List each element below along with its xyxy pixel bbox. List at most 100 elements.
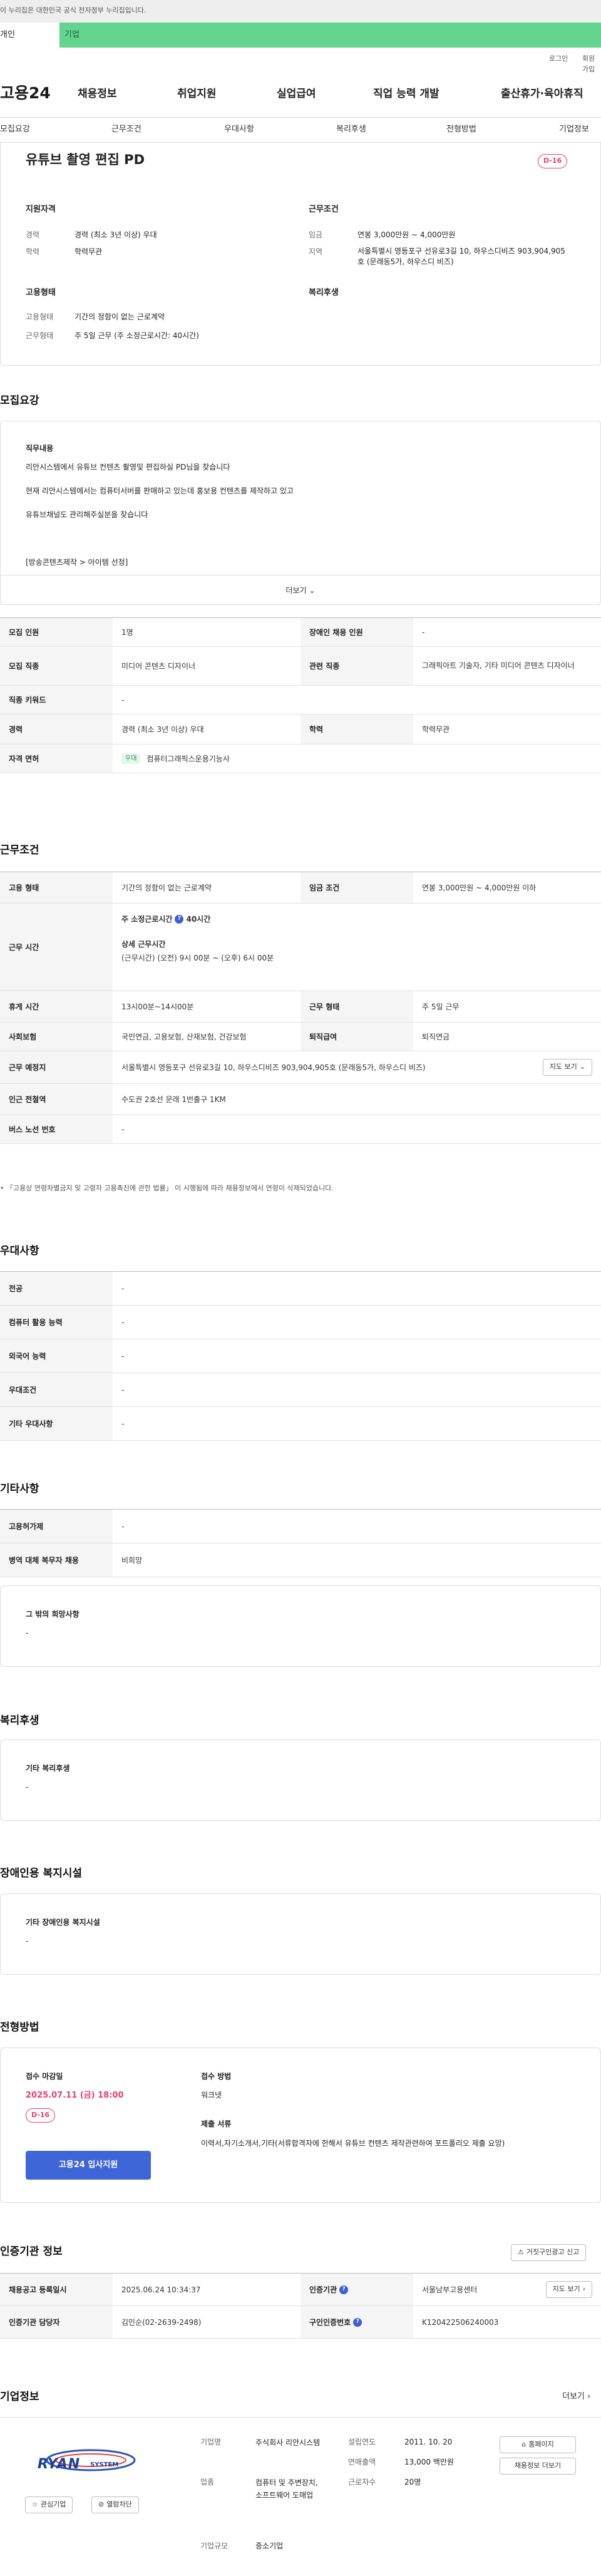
emp-schedule-label: 근무형태 [26, 331, 54, 340]
company-logo-subtext: SYSTEM [90, 2461, 119, 2468]
gnb-parental-leave[interactable]: 출산휴가·육아휴직 [501, 86, 583, 103]
weekly-hours-value: 40시간 [186, 915, 211, 924]
value-disabled-count: - [422, 627, 425, 637]
favorite-company-button[interactable]: ☆ 관심기업 [25, 2496, 73, 2513]
cond-salary-label: 임금 [309, 230, 323, 239]
table-row: 근무 시간 주 소정근로시간 ? 40시간 상세 근무시간 (근무시간) (오전… [0, 904, 601, 991]
value-work-schedule: 주 5일 근무 [422, 1002, 460, 1011]
other-wishes-label: 그 밖의 희망사항 [26, 1610, 80, 1619]
header-social-insurance: 사회보험 [0, 1023, 113, 1051]
site-logo[interactable]: 고용24 [0, 81, 51, 105]
gnb-employment-support[interactable]: 취업지원 [177, 86, 217, 103]
header-education: 학력 [300, 714, 413, 744]
table-row: 채용공고 등록일시 2025.06.24 10:34:37 인증기관? 서울남부… [0, 2274, 601, 2306]
header-posting-date: 채용공고 등록일시 [0, 2274, 113, 2306]
docs-value: 이력서,자기소개서,기타(서류합격자에 한해서 유튜브 컨텐츠 제작관련하여 포… [201, 2139, 505, 2148]
report-fake-ad-button[interactable]: ⚠ 거짓구인광고 신고 [511, 2244, 587, 2261]
etc-section-title: 기타사항 [0, 1483, 39, 1495]
detail-hours-label: 상세 근무시간 [121, 940, 166, 949]
recruit-duty-box: 직무내용 리안시스템에서 유튜브 컨텐츠 촬영및 편집하실 PD님을 찾습니다 … [0, 421, 601, 605]
method-label: 접수 방법 [201, 2072, 232, 2081]
duty-label: 직무내용 [26, 444, 54, 453]
table-row: 컴퓨터 활용 능력 - [0, 1306, 601, 1339]
global-nav: 고용24 채용정보 취업지원 실업급여 직업 능력 개발 출산휴가·육아휴직 [0, 68, 601, 118]
gov-notice-bar: 이 누리집은 대한민국 공식 전자정부 누리집입니다. [0, 0, 601, 23]
agency-map-button[interactable]: 지도 보기 › [545, 2281, 592, 2298]
company-scale-label: 기업규모 [200, 2542, 229, 2550]
login-link[interactable]: 로그인 [549, 54, 568, 64]
header-other-preferences: 기타 우대사항 [0, 1407, 113, 1440]
user-type-tabs: 개인 기업 [0, 23, 601, 48]
dday-badge: D-16 [538, 154, 568, 168]
favorite-label: 관심기업 [40, 2500, 66, 2508]
value-employment-type: 기간의 정함이 없는 근로계약 [121, 883, 212, 892]
tab-business[interactable]: 기업 [59, 23, 601, 48]
header-employment-type: 고용 형태 [0, 872, 113, 903]
value-subway: 수도권 2호선 문래 1번출구 1KM [121, 1095, 226, 1104]
disability-label: 기타 장애인용 복지시설 [26, 1918, 100, 1927]
subnav-company[interactable]: 기업정보 [559, 123, 589, 136]
subnav-screening[interactable]: 전형방법 [446, 123, 476, 136]
job-summary-card: 유튜브 촬영 편집 PD D-16 지원자격 경력 경력 (최소 3년 이상) … [0, 142, 601, 366]
company-more-link[interactable]: 더보기 › [562, 2391, 590, 2403]
emp-type-value: 기간의 정함이 없는 근로계약 [74, 312, 165, 321]
gnb-unemployment-benefit[interactable]: 실업급여 [277, 86, 316, 103]
company-name-value: 주식회사 리안시스템 [255, 2438, 321, 2447]
emp-schedule-value: 주 5일 근무 (주 소정근로시간: 40시간) [74, 331, 199, 340]
company-jobs-button[interactable]: 채용정보 더보기 [500, 2458, 576, 2475]
subnav-welfare[interactable]: 복리후생 [336, 123, 366, 136]
preferences-table: 전공 - 컴퓨터 활용 능력 - 외국어 능력 - 우대조건 - 기타 우대사항 - [0, 1271, 601, 1441]
help-icon[interactable]: ? [339, 2285, 349, 2294]
cert-section-title: 인증기관 정보 [0, 2245, 63, 2258]
header-bus: 버스 노선 번호 [0, 1115, 113, 1143]
header-retirement: 퇴직급여 [300, 1023, 413, 1051]
map-button-label: 지도 보기 [549, 1063, 577, 1071]
homepage-label: 홈페이지 [528, 2440, 554, 2448]
gnb-jobs[interactable]: 채용정보 [78, 86, 117, 103]
subnav-preferences[interactable]: 우대사항 [224, 123, 254, 136]
apply-button[interactable]: 고용24 입사지원 [26, 2151, 151, 2180]
value-major: - [121, 1284, 125, 1293]
recruit-more-button[interactable]: 더보기 ⌄ [1, 575, 600, 605]
chevron-right-icon: › [587, 2392, 591, 2401]
gnb-job-training[interactable]: 직업 능력 개발 [373, 86, 439, 103]
subnav-recruit[interactable]: 모집요강 [0, 123, 30, 136]
table-row: 근무 예정지 서울특별시 영등포구 선유로3길 10, 하우스디비즈 903,9… [0, 1051, 601, 1084]
company-logo: RYAN SYSTEM [25, 2441, 150, 2485]
table-row: 버스 노선 번호 - [0, 1115, 601, 1144]
header-military-service: 병역 대체 복무자 채용 [0, 1543, 113, 1577]
help-icon[interactable]: ? [353, 2317, 362, 2327]
employee-count-label: 근로자수 [348, 2478, 376, 2486]
block-company-button[interactable]: ⊘ 열람차단 [91, 2496, 139, 2513]
qual-education-value: 학력무관 [74, 247, 103, 256]
homepage-button[interactable]: ⌂ 홈페이지 [500, 2436, 576, 2453]
cond-salary-value: 연봉 3,000만원 ~ 4,000만원 [357, 230, 456, 239]
conditions-heading: 근무조건 [309, 205, 339, 214]
deadline-label: 접수 마감일 [26, 2072, 63, 2081]
value-language: - [121, 1351, 125, 1361]
table-row: 병역 대체 복무자 채용 비희망 [0, 1543, 601, 1577]
header-major: 전공 [0, 1272, 113, 1305]
section-nav: 모집요강 근무조건 우대사항 복리후생 전형방법 기업정보 [0, 118, 601, 143]
table-row: 사회보험 국민연금, 고용보험, 산재보험, 건강보험 퇴직급여 퇴직연금 [0, 1023, 601, 1051]
weekly-hours-line: 주 소정근로시간 ? 40시간 [121, 914, 592, 925]
disability-box: 기타 장애인용 복지시설 - [0, 1893, 601, 1975]
value-break-time: 13시00분~14시00분 [121, 1002, 194, 1011]
duty-line-2: 현재 리안시스템에서는 컴퓨터서버를 판매하고 있는데 홍보용 컨텐츠를 제작하… [26, 487, 294, 495]
map-button-cell: 지도 보기 ⌄ [513, 1051, 601, 1083]
map-button[interactable]: 지도 보기 ⌄ [542, 1059, 592, 1076]
tab-personal[interactable]: 개인 [0, 23, 59, 48]
value-retirement: 퇴직연금 [422, 1032, 450, 1041]
value-social-insurance: 국민연금, 고용보험, 산재보험, 건강보험 [121, 1032, 247, 1041]
table-row: 자격 면허 우대 컴퓨터그래픽스운용기능사 [0, 744, 601, 773]
table-row: 기타 우대사항 - [0, 1407, 601, 1441]
help-icon[interactable]: ? [175, 915, 184, 924]
header-work-schedule: 근무 형태 [300, 991, 413, 1022]
preferred-tag: 우대 [121, 753, 141, 764]
table-row: 모집 직종 미디어 콘텐츠 디자이너 관련 직종 그래픽아트 기술자, 기타 미… [0, 647, 601, 686]
work-section-title: 근무조건 [0, 844, 39, 857]
agency-map-label: 지도 보기 [552, 2285, 580, 2294]
value-license-cell: 우대 컴퓨터그래픽스운용기능사 [113, 744, 601, 773]
subnav-work-conditions[interactable]: 근무조건 [111, 123, 141, 136]
agency-map-cell: 지도 보기 › [526, 2274, 601, 2306]
